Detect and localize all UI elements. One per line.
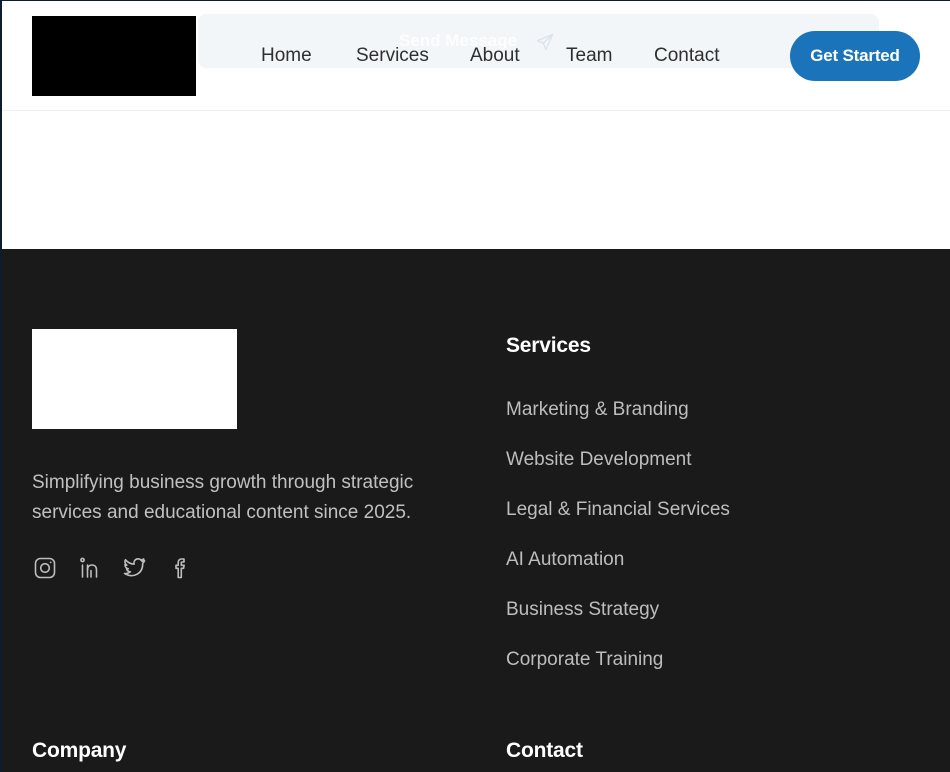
nav-contact[interactable]: Contact [654, 45, 719, 67]
instagram-icon[interactable] [32, 555, 57, 581]
company-heading: Company [32, 739, 127, 762]
footer-link-website-development[interactable]: Website Development [506, 448, 730, 498]
get-started-button[interactable]: Get Started [790, 31, 920, 81]
site-logo[interactable] [32, 16, 196, 96]
footer-link-corporate-training[interactable]: Corporate Training [506, 648, 730, 698]
nav-team[interactable]: Team [566, 45, 612, 67]
social-links [32, 555, 192, 581]
window-border-top [0, 0, 950, 1]
site-header: Send Message Home Services About Team Co… [2, 1, 950, 111]
services-links: Marketing & Branding Website Development… [506, 398, 730, 698]
site-footer: Simplifying business growth through stra… [2, 249, 950, 772]
send-icon [536, 33, 554, 51]
facebook-icon[interactable] [167, 555, 192, 581]
footer-tagline: Simplifying business growth through stra… [32, 472, 414, 523]
footer-link-legal-financial[interactable]: Legal & Financial Services [506, 498, 730, 548]
nav-services[interactable]: Services [356, 45, 429, 67]
services-heading: Services [506, 334, 591, 357]
footer-link-marketing-branding[interactable]: Marketing & Branding [506, 398, 730, 448]
nav-about[interactable]: About [470, 45, 520, 67]
window-border-left [0, 0, 2, 772]
footer-link-ai-automation[interactable]: AI Automation [506, 548, 730, 598]
footer-link-business-strategy[interactable]: Business Strategy [506, 598, 730, 648]
contact-heading: Contact [506, 739, 583, 762]
linkedin-icon[interactable] [77, 555, 102, 581]
footer-logo [32, 329, 237, 429]
twitter-icon[interactable] [122, 555, 147, 581]
nav-home[interactable]: Home [261, 45, 312, 67]
